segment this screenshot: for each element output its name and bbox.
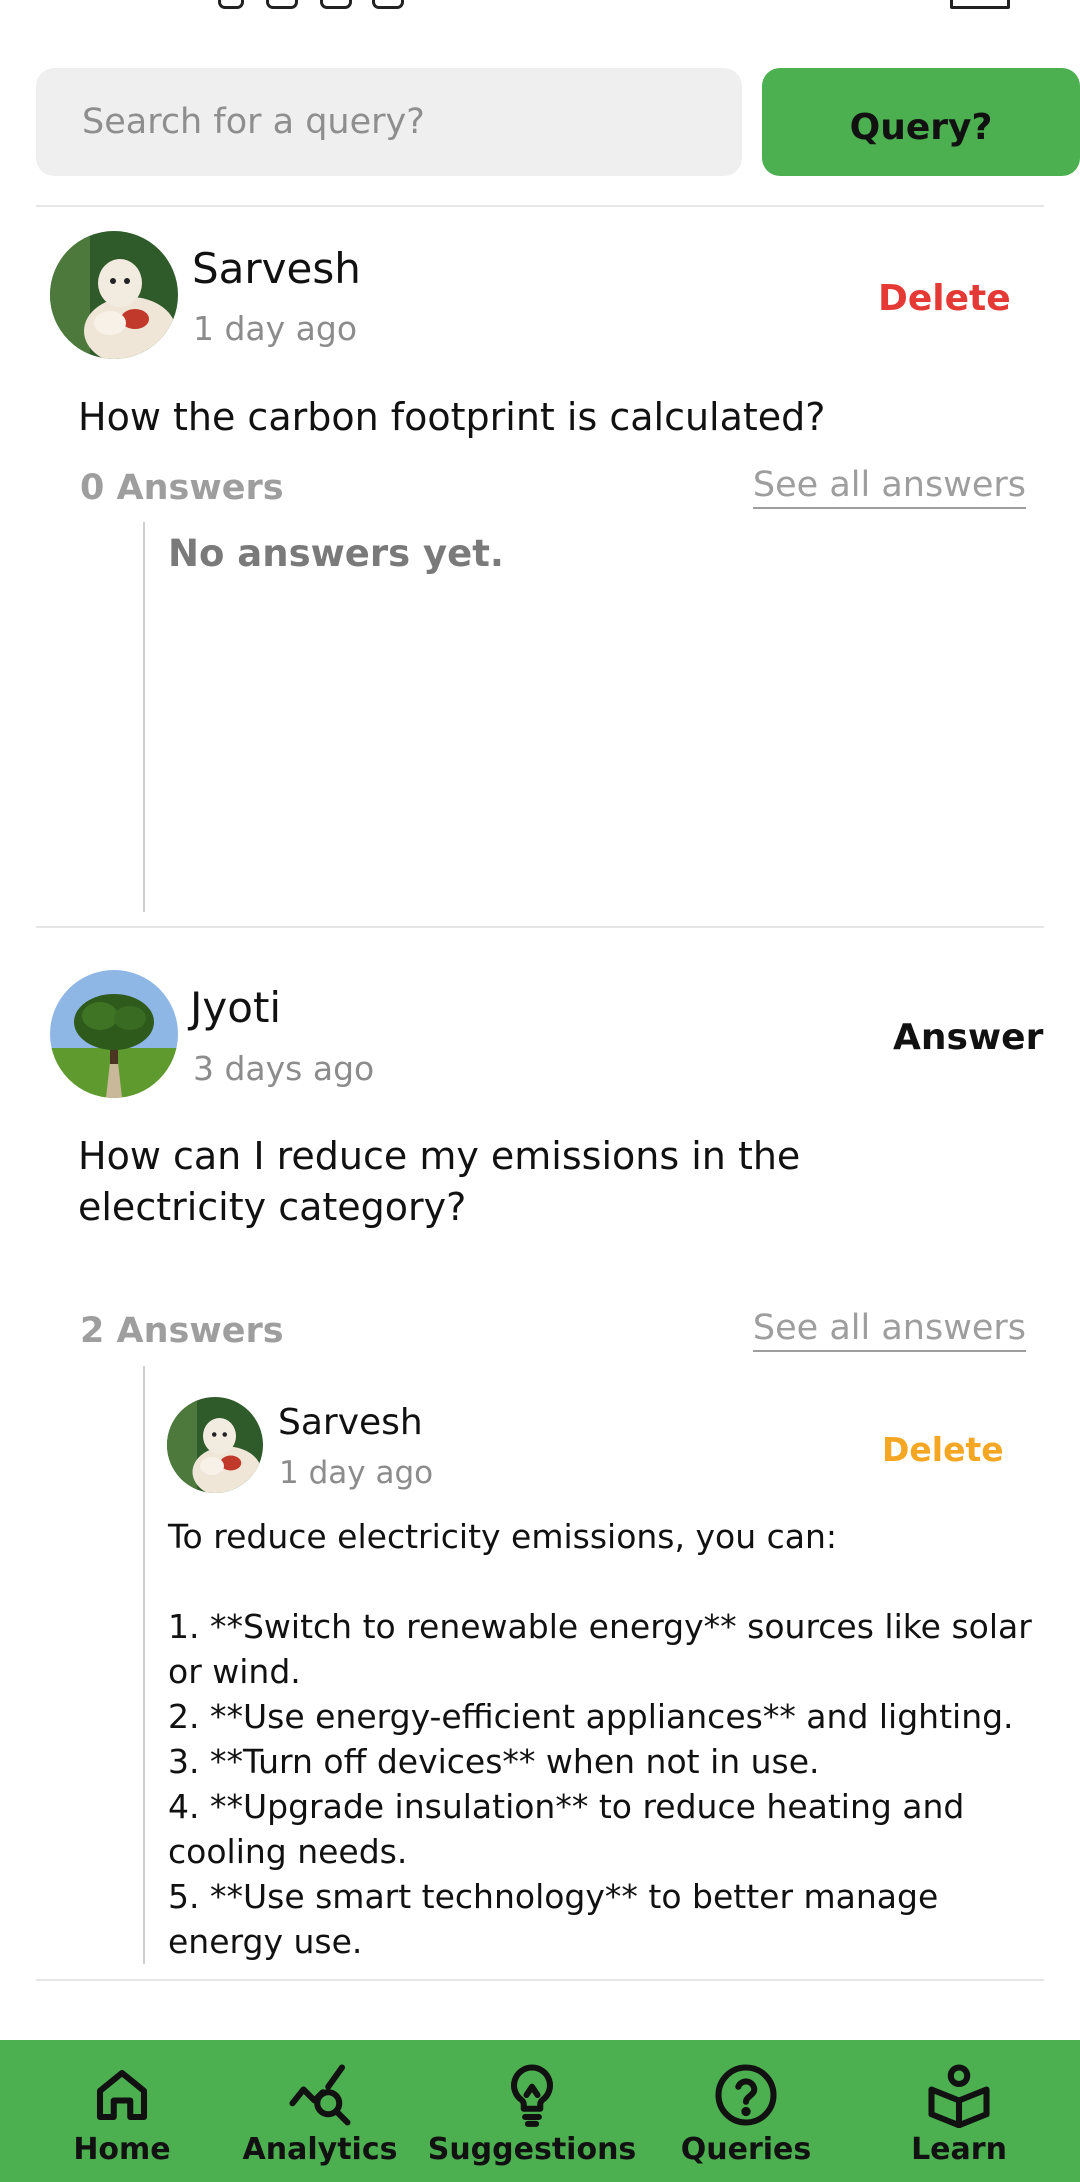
nav-item-suggestions[interactable]: Suggestions <box>427 2040 637 2182</box>
nav-label: Suggestions <box>427 2132 637 2167</box>
search-input[interactable] <box>36 68 742 176</box>
nav-label: Learn <box>911 2132 1007 2167</box>
status-icon <box>266 0 298 9</box>
see-all-answers-link[interactable]: See all answers <box>752 1308 1026 1352</box>
question-circle-icon <box>715 2064 777 2126</box>
reply-list-item: 2. **Use energy-efficient appliances** a… <box>168 1697 1014 1736</box>
reply-list-item: 4. **Upgrade insulation** to reduce heat… <box>168 1787 965 1871</box>
no-answers-text: No answers yet. <box>168 532 504 575</box>
battery-icon <box>950 0 1010 9</box>
reply-time: 1 day ago <box>279 1455 434 1491</box>
reply-text: To reduce electricity emissions, you can… <box>168 1514 1034 1964</box>
query-button[interactable]: Query? <box>762 68 1080 176</box>
divider <box>36 926 1044 928</box>
nav-label: Home <box>73 2132 171 2167</box>
avatar[interactable] <box>167 1397 263 1493</box>
divider <box>36 205 1044 207</box>
nav-item-analytics[interactable]: Analytics <box>240 2040 400 2182</box>
question-text: How the carbon footprint is calculated? <box>78 395 826 439</box>
see-all-answers-link[interactable]: See all answers <box>752 465 1026 509</box>
nav-label: Queries <box>680 2132 812 2167</box>
status-icon <box>320 0 352 9</box>
delete-button[interactable]: Delete <box>882 1430 1004 1469</box>
answers-count: 2 Answers <box>80 1311 284 1351</box>
search-row: Query? <box>36 68 1080 176</box>
author-name: Jyoti <box>190 983 282 1032</box>
question-text: How can I reduce my emissions in the ele… <box>78 1134 801 1229</box>
nav-item-learn[interactable]: Learn <box>904 2040 1014 2182</box>
home-icon <box>96 2069 148 2121</box>
reply-list-item: 5. **Use smart technology** to better ma… <box>168 1877 939 1961</box>
status-icon <box>218 0 244 9</box>
avatar[interactable] <box>50 231 178 359</box>
reply-author-name: Sarvesh <box>278 1402 423 1443</box>
answer-thread-line <box>143 1366 145 1964</box>
reply-list-item: 1. **Switch to renewable energy** source… <box>168 1607 1032 1691</box>
divider <box>36 1979 1044 1981</box>
nav-label: Analytics <box>242 2132 398 2167</box>
answers-count: 0 Answers <box>80 468 284 508</box>
book-reader-icon <box>928 2064 990 2128</box>
reply-intro: To reduce electricity emissions, you can… <box>168 1517 838 1556</box>
nav-item-queries[interactable]: Queries <box>676 2040 816 2182</box>
post-time: 3 days ago <box>193 1049 375 1088</box>
lightbulb-icon <box>511 2064 553 2127</box>
bottom-navigation: Home Analytics Suggestions Queries Learn <box>0 2040 1080 2182</box>
delete-button[interactable]: Delete <box>878 278 1011 319</box>
analytics-icon <box>289 2064 351 2126</box>
answer-button[interactable]: Answer <box>893 1017 1043 1058</box>
reply-list-item: 3. **Turn off devices** when not in use. <box>168 1742 820 1781</box>
answer-thread-line <box>143 522 145 912</box>
status-bar <box>0 0 1080 20</box>
author-name: Sarvesh <box>192 244 361 293</box>
avatar[interactable] <box>50 970 178 1098</box>
status-icon <box>372 0 404 9</box>
post-time: 1 day ago <box>193 309 358 348</box>
nav-item-home[interactable]: Home <box>62 2040 182 2182</box>
